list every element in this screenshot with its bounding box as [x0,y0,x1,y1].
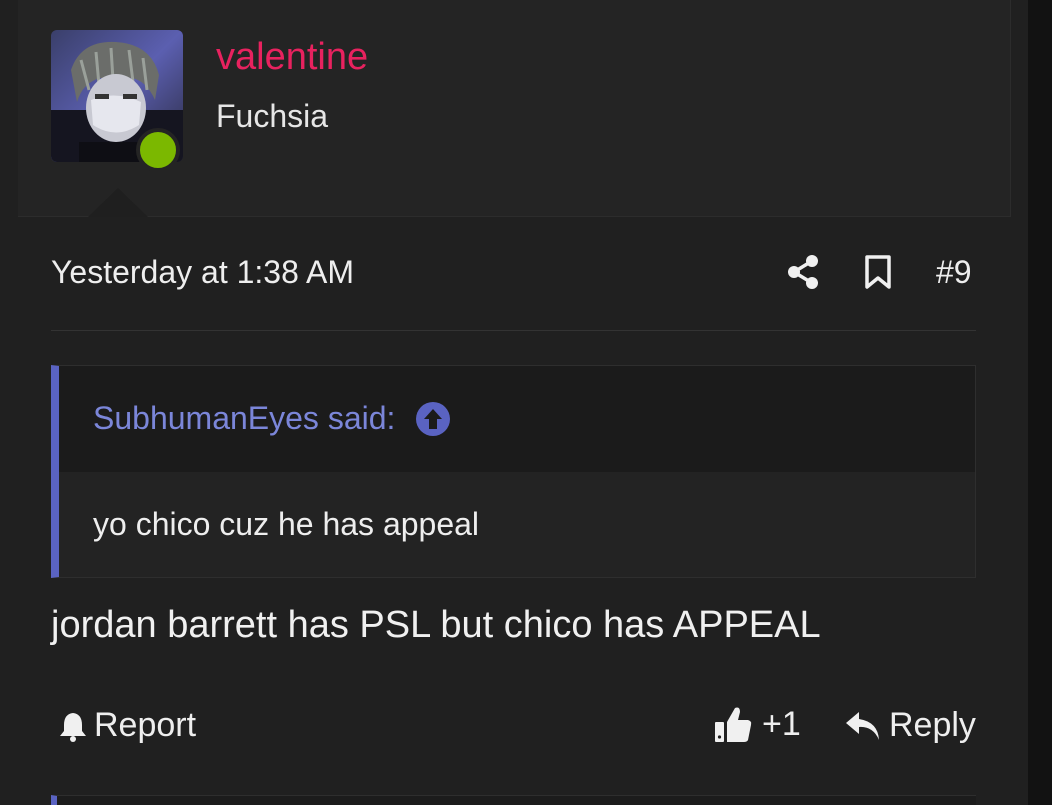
thumbs-up-icon [715,707,752,742]
report-button[interactable]: Report [58,706,196,745]
online-status-indicator [136,128,180,172]
reply-button[interactable]: Reply [845,706,976,745]
next-post-quote-edge [51,795,976,805]
divider [51,330,976,331]
bookmark-icon[interactable] [862,254,894,290]
quote-attribution[interactable]: SubhumanEyes said: [93,400,451,437]
header-pointer [88,188,148,217]
quote-block: SubhumanEyes said: yo chico cuz he has a… [51,365,976,578]
like-count: +1 [762,704,801,743]
report-label: Report [94,706,197,744]
like-button[interactable]: +1 [714,704,801,744]
reply-icon [846,711,879,740]
arrow-up-circle-icon[interactable] [415,401,451,437]
quote-header: SubhumanEyes said: [59,366,975,472]
quote-text: yo chico cuz he has appeal [93,506,480,542]
post-date-link[interactable]: Yesterday at 1:38 AM [51,254,354,291]
share-icon[interactable] [786,254,820,290]
user-title: Fuchsia [216,98,329,134]
post-message: jordan barrett has PSL but chico has APP… [51,604,821,646]
bell-icon [60,712,86,742]
quote-author: SubhumanEyes said: [93,400,396,436]
post-number-link[interactable]: #9 [936,254,972,291]
reply-label: Reply [889,706,976,744]
page-edge [1028,0,1052,805]
forum-post: valentine Fuchsia Yesterday at 1:38 AM #… [0,0,1028,805]
username-link[interactable]: valentine [216,36,368,79]
quote-content: yo chico cuz he has appeal [59,472,975,577]
